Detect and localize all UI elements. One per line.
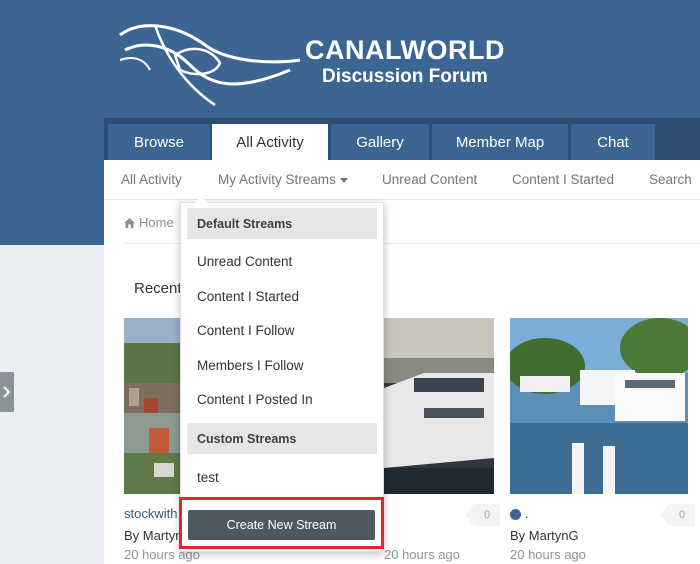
marina-boats-photo — [510, 318, 688, 494]
motor-yacht-photo — [384, 318, 494, 494]
subnav-my-streams-label: My Activity Streams — [218, 172, 336, 187]
create-new-stream-button[interactable]: Create New Stream — [188, 510, 375, 540]
sidebar-toggle[interactable] — [0, 372, 14, 412]
menu-item-content-i-started[interactable]: Content I Started — [197, 289, 299, 304]
secondary-nav: All Activity My Activity Streams Unread … — [104, 160, 700, 200]
comment-count-3[interactable]: 0 — [661, 504, 695, 526]
menu-item-content-i-posted-in[interactable]: Content I Posted In — [197, 392, 313, 407]
card-image-3[interactable] — [510, 318, 688, 494]
site-logo[interactable]: CANALWORLD Discussion Forum — [115, 15, 515, 110]
card-image-2[interactable] — [384, 318, 494, 494]
menu-item-members-i-follow[interactable]: Members I Follow — [197, 358, 304, 373]
tab-all-activity[interactable]: All Activity — [212, 124, 328, 160]
section-title: Recent — [134, 280, 182, 297]
narrowboat-logo-icon — [119, 24, 301, 107]
menu-item-unread-content[interactable]: Unread Content — [197, 254, 292, 269]
tab-chat[interactable]: Chat — [571, 124, 655, 160]
logo-title: CANALWORLD — [305, 35, 505, 65]
tab-gallery[interactable]: Gallery — [331, 124, 429, 160]
comment-count-2[interactable]: 0 — [466, 504, 500, 526]
card-time-2: 20 hours ago — [384, 547, 460, 562]
menu-arrow — [194, 196, 208, 203]
primary-nav: Browse All Activity Gallery Member Map C… — [104, 118, 700, 160]
breadcrumb[interactable]: Home — [124, 215, 174, 230]
tab-member-map[interactable]: Member Map — [432, 124, 568, 160]
card-title-link-3[interactable]: . — [525, 506, 529, 521]
breadcrumb-home: Home — [139, 215, 174, 230]
aerial-marina-photo — [124, 318, 184, 494]
tab-browse[interactable]: Browse — [108, 124, 210, 160]
card-author-1[interactable]: By Martyn — [124, 528, 183, 543]
subnav-my-streams[interactable]: My Activity Streams — [218, 172, 348, 187]
subnav-started[interactable]: Content I Started — [512, 172, 614, 187]
card-time-3: 20 hours ago — [510, 547, 586, 562]
card-author-3[interactable]: By MartynG — [510, 528, 579, 543]
chevron-right-icon — [3, 386, 11, 398]
menu-header-custom: Custom Streams — [187, 423, 377, 454]
card-image-1[interactable] — [124, 318, 184, 494]
subnav-unread[interactable]: Unread Content — [382, 172, 477, 187]
subnav-search[interactable]: Search — [649, 172, 692, 187]
menu-item-content-i-follow[interactable]: Content I Follow — [197, 323, 295, 338]
status-dot — [510, 509, 521, 520]
logo-subtitle: Discussion Forum — [322, 66, 488, 87]
menu-header-default: Default Streams — [187, 208, 377, 239]
card-title-link-1[interactable]: stockwith — [124, 506, 177, 521]
home-icon — [124, 218, 135, 228]
menu-item-test[interactable]: test — [197, 470, 219, 485]
caret-down-icon — [339, 177, 348, 183]
subnav-all-activity[interactable]: All Activity — [121, 172, 182, 187]
